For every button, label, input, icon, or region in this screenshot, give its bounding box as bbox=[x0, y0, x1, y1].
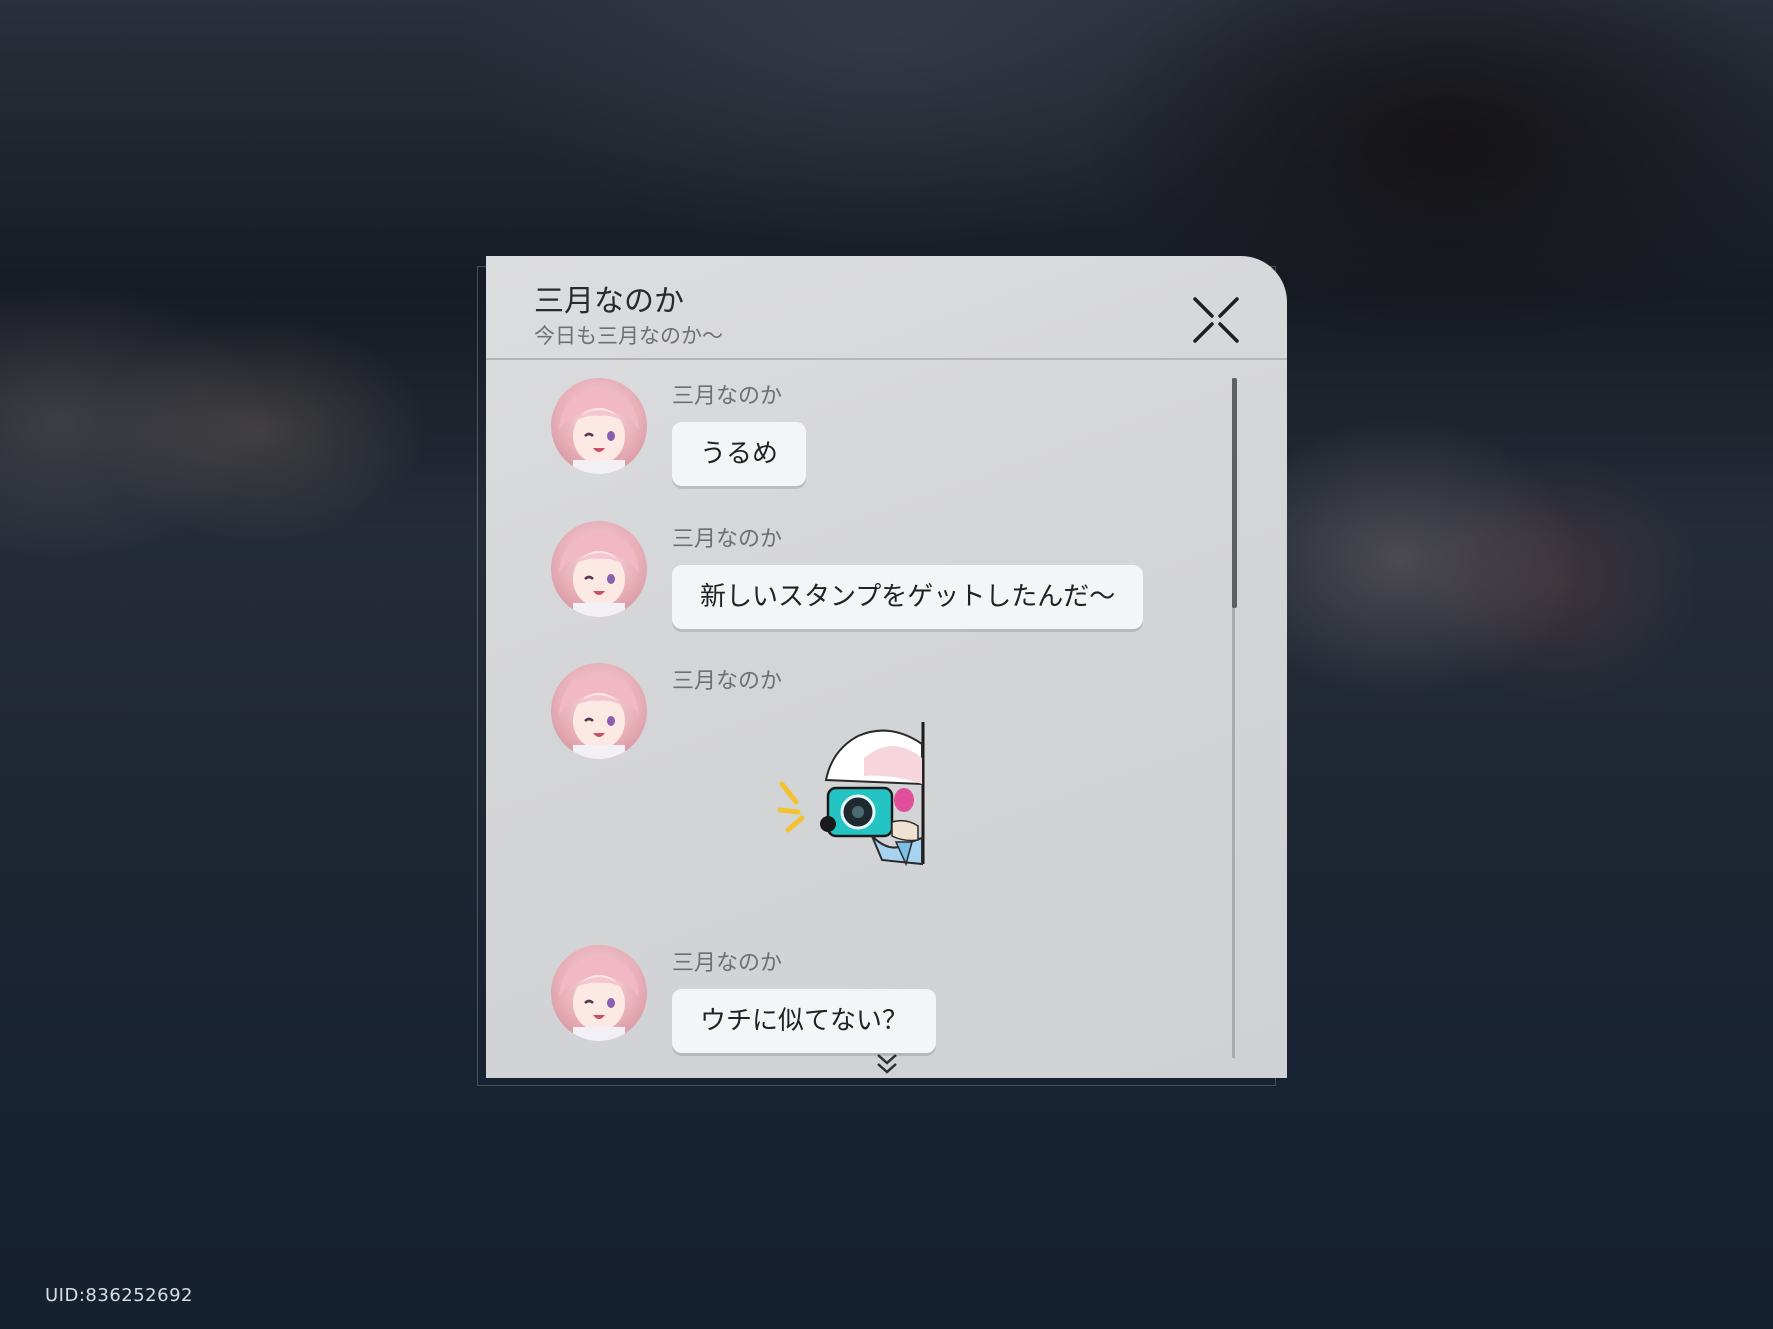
message-bubble: 新しいスタンプをゲットしたんだ～ bbox=[672, 565, 1144, 629]
message-bubble: ウチに似てない？ bbox=[672, 989, 937, 1053]
march-7th-avatar[interactable] bbox=[551, 521, 647, 617]
march-7th-avatar[interactable] bbox=[551, 945, 647, 1041]
message-item: 三月なのか 新しいスタンプをゲットしたんだ～ bbox=[551, 521, 1231, 631]
chat-subtitle: 今日も三月なのか～ bbox=[534, 324, 723, 348]
march-7th-camera-sticker[interactable] bbox=[772, 714, 932, 874]
message-item: 三月なのか うるめ bbox=[551, 378, 1231, 488]
sender-name: 三月なのか bbox=[672, 669, 783, 694]
sender-name: 三月なのか bbox=[672, 951, 783, 976]
sender-name: 三月なのか bbox=[672, 384, 783, 409]
close-icon bbox=[1193, 297, 1239, 343]
message-bubble: うるめ bbox=[672, 422, 807, 486]
march-7th-avatar[interactable] bbox=[551, 378, 647, 474]
message-item: 三月なのか bbox=[551, 663, 1231, 883]
chat-title: 三月なのか bbox=[534, 284, 684, 319]
uid-label: UID:836252692 bbox=[45, 1285, 193, 1306]
march-7th-avatar[interactable] bbox=[551, 663, 647, 759]
chat-dialog: 三月なのか 今日も三月なのか～ 三月なのか うるめ 三月なのか 新しいスタンプを… bbox=[486, 256, 1287, 1078]
message-list[interactable]: 三月なのか うるめ 三月なのか 新しいスタンプをゲットしたんだ～ 三月なのか 三… bbox=[486, 360, 1246, 1078]
chat-header: 三月なのか 今日も三月なのか～ bbox=[486, 256, 1287, 360]
scrollbar-thumb[interactable] bbox=[1232, 378, 1237, 608]
close-button[interactable] bbox=[1192, 296, 1240, 344]
scroll-more-button[interactable] bbox=[874, 1052, 900, 1076]
message-item: 三月なのか ウチに似てない？ bbox=[551, 945, 1231, 1055]
sender-name: 三月なのか bbox=[672, 527, 783, 552]
chevron-down-double-icon bbox=[877, 1054, 897, 1074]
